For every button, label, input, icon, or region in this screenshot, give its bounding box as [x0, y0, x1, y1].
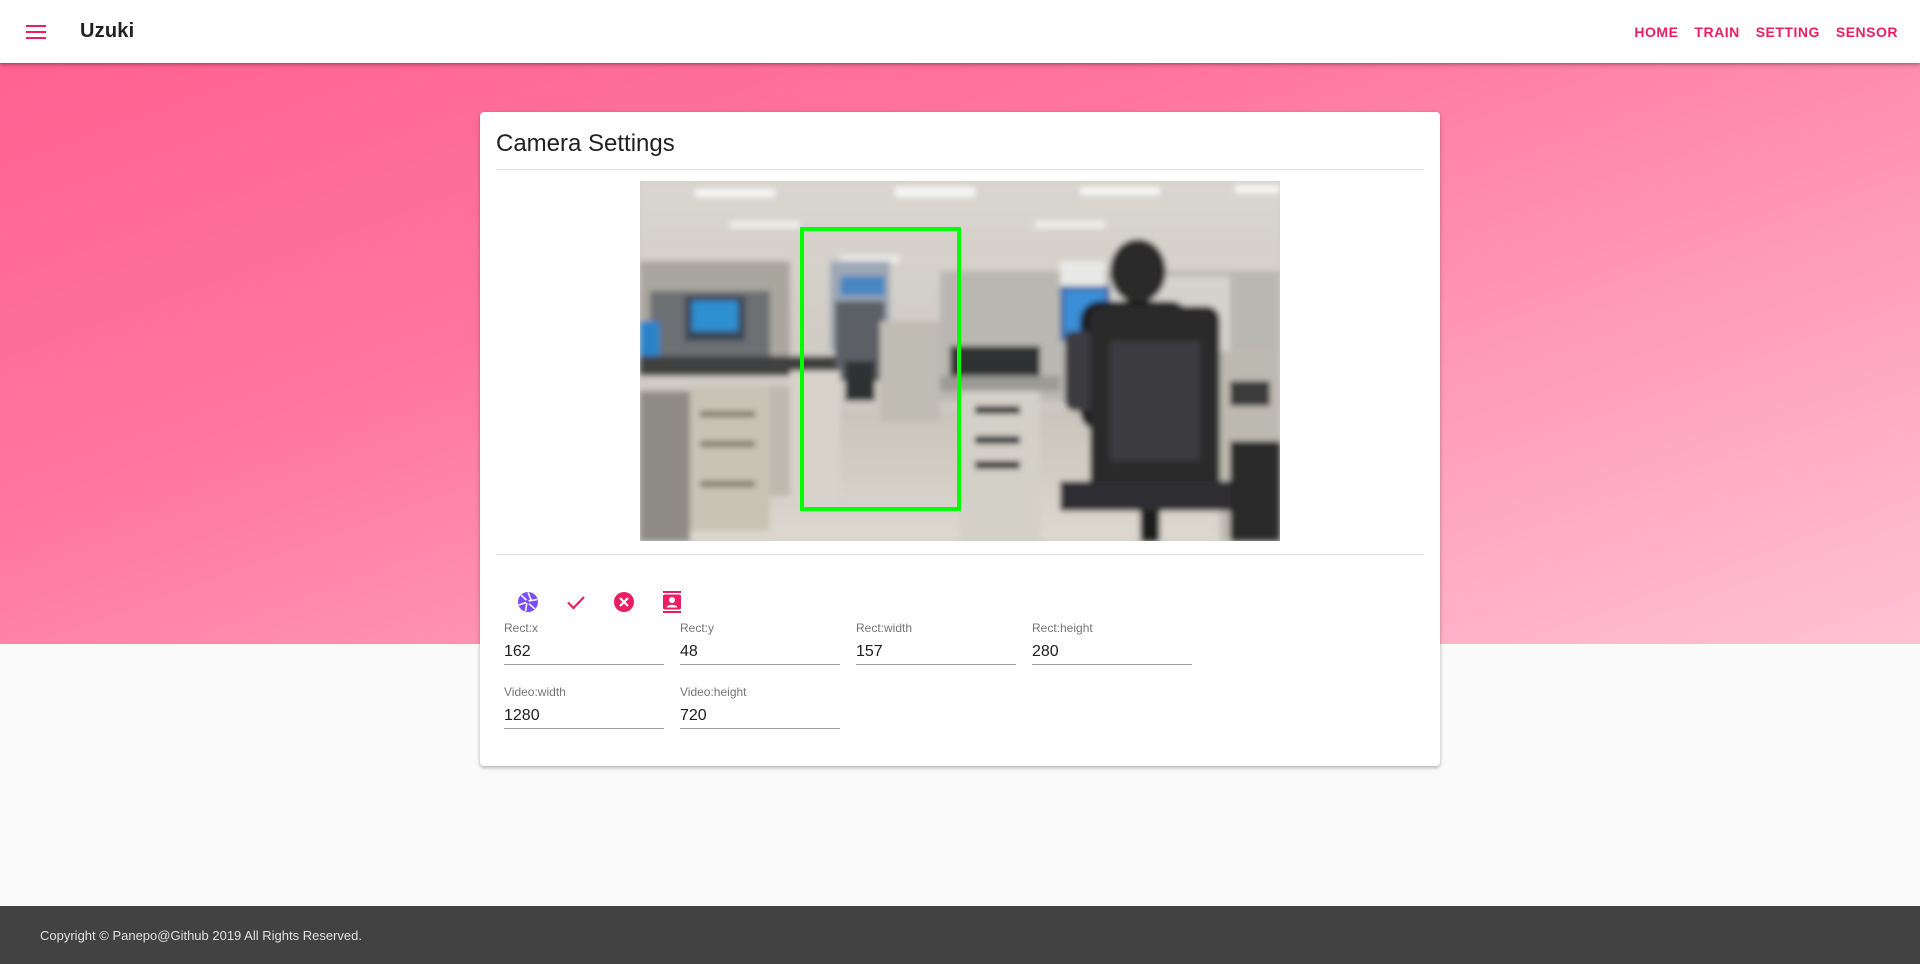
video-height-field: Video:height	[680, 685, 840, 741]
nav-train[interactable]: TRAIN	[1694, 24, 1739, 40]
rect-width-input[interactable]	[856, 639, 1016, 665]
video-width-input[interactable]	[504, 703, 664, 729]
preview-divider	[496, 554, 1424, 555]
camera-iris-icon	[518, 592, 538, 612]
action-toolbar	[504, 578, 696, 626]
confirm-button[interactable]	[552, 578, 600, 626]
video-width-field: Video:width	[504, 685, 664, 741]
rect-y-label: Rect:y	[680, 621, 715, 635]
menu-icon[interactable]	[22, 20, 50, 44]
rect-width-field: Rect:width	[856, 621, 1016, 677]
copyright-text: Copyright © Panepo@Github 2019 All Right…	[40, 928, 362, 943]
rect-x-label: Rect:x	[504, 621, 539, 635]
top-nav: HOME TRAIN SETTING SENSOR	[1618, 0, 1898, 63]
video-height-input[interactable]	[680, 703, 840, 729]
capture-button[interactable]	[504, 578, 552, 626]
nav-setting[interactable]: SETTING	[1756, 24, 1820, 40]
account-box-icon	[663, 591, 681, 613]
title-divider	[496, 169, 1424, 170]
rect-y-field: Rect:y	[680, 621, 840, 677]
rect-y-input[interactable]	[680, 639, 840, 665]
close-circle-icon	[614, 592, 634, 612]
profile-button[interactable]	[648, 578, 696, 626]
rect-x-field: Rect:x	[504, 621, 664, 677]
rect-width-label: Rect:width	[856, 621, 913, 635]
rect-height-input[interactable]	[1032, 639, 1192, 665]
nav-sensor[interactable]: SENSOR	[1836, 24, 1898, 40]
rect-x-input[interactable]	[504, 639, 664, 665]
app-bar: Uzuki HOME TRAIN SETTING SENSOR	[0, 0, 1920, 63]
cancel-button[interactable]	[600, 578, 648, 626]
rect-height-label: Rect:height	[1032, 621, 1093, 635]
rect-height-field: Rect:height	[1032, 621, 1192, 677]
nav-home[interactable]: HOME	[1634, 24, 1678, 40]
app-title: Uzuki	[80, 20, 135, 42]
video-height-label: Video:height	[680, 685, 747, 699]
camera-preview[interactable]	[640, 181, 1280, 541]
footer: Copyright © Panepo@Github 2019 All Right…	[0, 906, 1920, 964]
card-title: Camera Settings	[496, 130, 675, 157]
video-width-label: Video:width	[504, 685, 566, 699]
check-icon	[567, 596, 585, 610]
camera-settings-card: Camera Settings Rect:x 162 Rect:y 48 Rec…	[480, 112, 1440, 766]
